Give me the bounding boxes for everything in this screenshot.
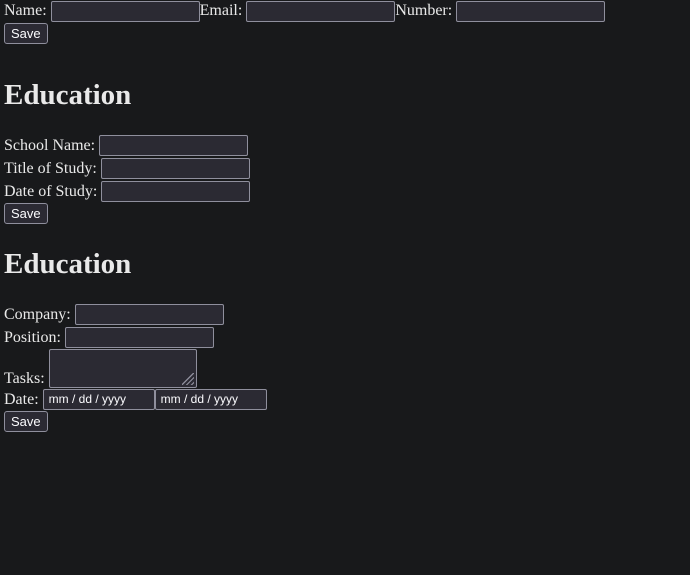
general-save-button[interactable]: Save (4, 23, 48, 44)
study-title-input[interactable] (100, 158, 250, 179)
study-title-label: Title of Study: (4, 159, 97, 177)
school-name-label: School Name: (4, 136, 96, 154)
position-row: Position: (4, 327, 686, 348)
number-label: Number: (395, 2, 453, 19)
page: Name: Email: Number: Save Education Scho… (0, 0, 690, 432)
company-label: Company: (4, 305, 71, 323)
date-to-input[interactable]: mm / dd / yyyy (154, 389, 267, 410)
tasks-textarea[interactable] (48, 349, 197, 388)
position-input[interactable] (64, 327, 214, 348)
experience-save-button[interactable]: Save (4, 411, 48, 432)
education-save-button[interactable]: Save (4, 203, 48, 224)
company-input[interactable] (74, 304, 224, 325)
name-label: Name: (4, 2, 47, 19)
position-label: Position: (4, 328, 61, 346)
study-date-label: Date of Study: (4, 182, 98, 200)
general-save-row: Save (4, 23, 686, 44)
school-row: School Name: (4, 135, 686, 156)
school-name-input[interactable] (99, 135, 249, 156)
work-date-row: Date: mm / dd / yyyy mm / dd / yyyy (4, 389, 686, 410)
study-title-row: Title of Study: (4, 158, 686, 179)
study-date-row: Date of Study: (4, 181, 686, 202)
number-input[interactable] (456, 0, 606, 22)
education-save-row: Save (4, 203, 686, 224)
work-date-label: Date: (4, 390, 39, 408)
general-info-row: Name: Email: Number: (4, 0, 686, 22)
email-input[interactable] (246, 0, 396, 22)
company-row: Company: (4, 304, 686, 325)
email-label: Email: (199, 2, 243, 19)
resize-grip-icon[interactable] (181, 373, 194, 385)
tasks-row: Tasks: (4, 349, 686, 388)
study-date-input[interactable] (101, 181, 251, 202)
name-input[interactable] (50, 0, 200, 22)
education-heading: Education (4, 79, 132, 111)
experience-heading: Education (4, 248, 132, 280)
experience-save-row: Save (4, 411, 686, 432)
date-from-input[interactable]: mm / dd / yyyy (42, 389, 155, 410)
tasks-label: Tasks: (4, 370, 45, 387)
